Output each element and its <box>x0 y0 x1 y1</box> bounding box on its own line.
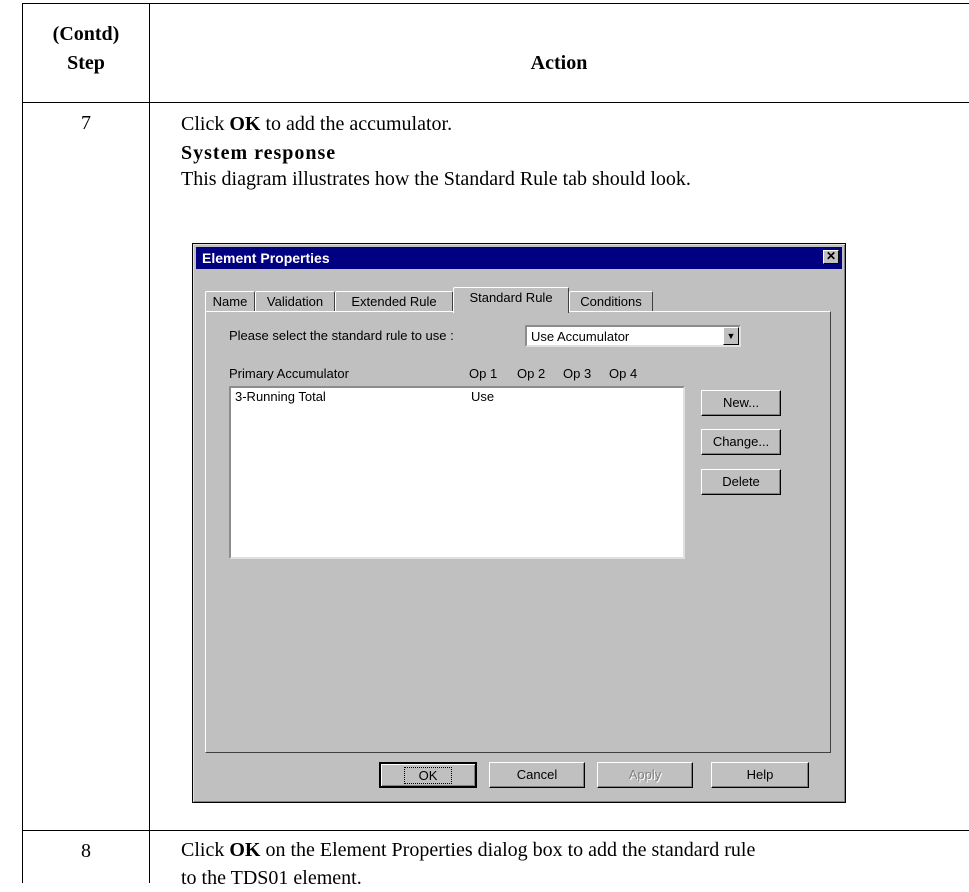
select-rule-label: Please select the standard rule to use : <box>229 328 454 343</box>
step-instruction: Click OK to add the accumulator. <box>181 113 453 135</box>
step-header-contd: (Contd) <box>52 23 120 45</box>
column-divider <box>149 3 150 883</box>
change-button[interactable]: Change... <box>701 429 781 455</box>
step-header-step: Step <box>67 52 105 74</box>
table-top-border <box>22 3 969 4</box>
element-properties-dialog: Element Properties ✕ Name Validation Ext… <box>192 243 846 803</box>
tab-validation[interactable]: Validation <box>255 291 335 312</box>
accumulator-name: 3-Running Total <box>235 389 326 404</box>
accumulator-list[interactable]: 3-Running Total Use <box>229 386 685 559</box>
close-icon[interactable]: ✕ <box>823 250 839 264</box>
step-number: 7 <box>81 112 91 134</box>
tab-standard-rule[interactable]: Standard Rule <box>453 287 569 313</box>
dialog-titlebar: Element Properties ✕ <box>196 247 842 269</box>
tab-conditions[interactable]: Conditions <box>569 291 653 312</box>
delete-button[interactable]: Delete <box>701 469 781 495</box>
ok-button[interactable]: OK <box>379 762 477 788</box>
accumulator-op1: Use <box>471 389 495 404</box>
new-button[interactable]: New... <box>701 390 781 416</box>
system-response-heading: System response <box>181 142 337 164</box>
dialog-title: Element Properties <box>202 250 330 266</box>
standard-rule-select[interactable]: Use Accumulator ▼ <box>525 325 741 347</box>
column-header-primary-accumulator: Primary Accumulator <box>229 366 349 381</box>
header-divider <box>22 102 969 103</box>
chevron-down-icon[interactable]: ▼ <box>723 327 739 345</box>
column-header-op3: Op 3 <box>563 366 592 381</box>
standard-rule-value: Use Accumulator <box>531 329 630 344</box>
step-number: 8 <box>81 840 91 862</box>
column-header-op1: Op 1 <box>469 366 498 381</box>
tab-extended-rule[interactable]: Extended Rule <box>335 291 453 312</box>
help-button[interactable]: Help <box>711 762 809 788</box>
row-divider <box>22 830 969 831</box>
column-header-op4: Op 4 <box>609 366 638 381</box>
step-instruction-line1: Click OK on the Element Properties dialo… <box>181 839 756 861</box>
column-header-op2: Op 2 <box>517 366 546 381</box>
action-column-header: Action <box>530 52 588 74</box>
tab-name[interactable]: Name <box>205 291 255 312</box>
step-instruction: Click OK on the Element Properties dialo… <box>181 836 755 892</box>
cancel-button[interactable]: Cancel <box>489 762 585 788</box>
ok-button-label: OK <box>403 767 453 784</box>
step-instruction-line2: to the TDS01 element. <box>181 867 362 889</box>
apply-button[interactable]: Apply <box>597 762 693 788</box>
step-column-header: (Contd) Step <box>23 20 149 78</box>
system-response-text: This diagram illustrates how the Standar… <box>181 168 691 190</box>
